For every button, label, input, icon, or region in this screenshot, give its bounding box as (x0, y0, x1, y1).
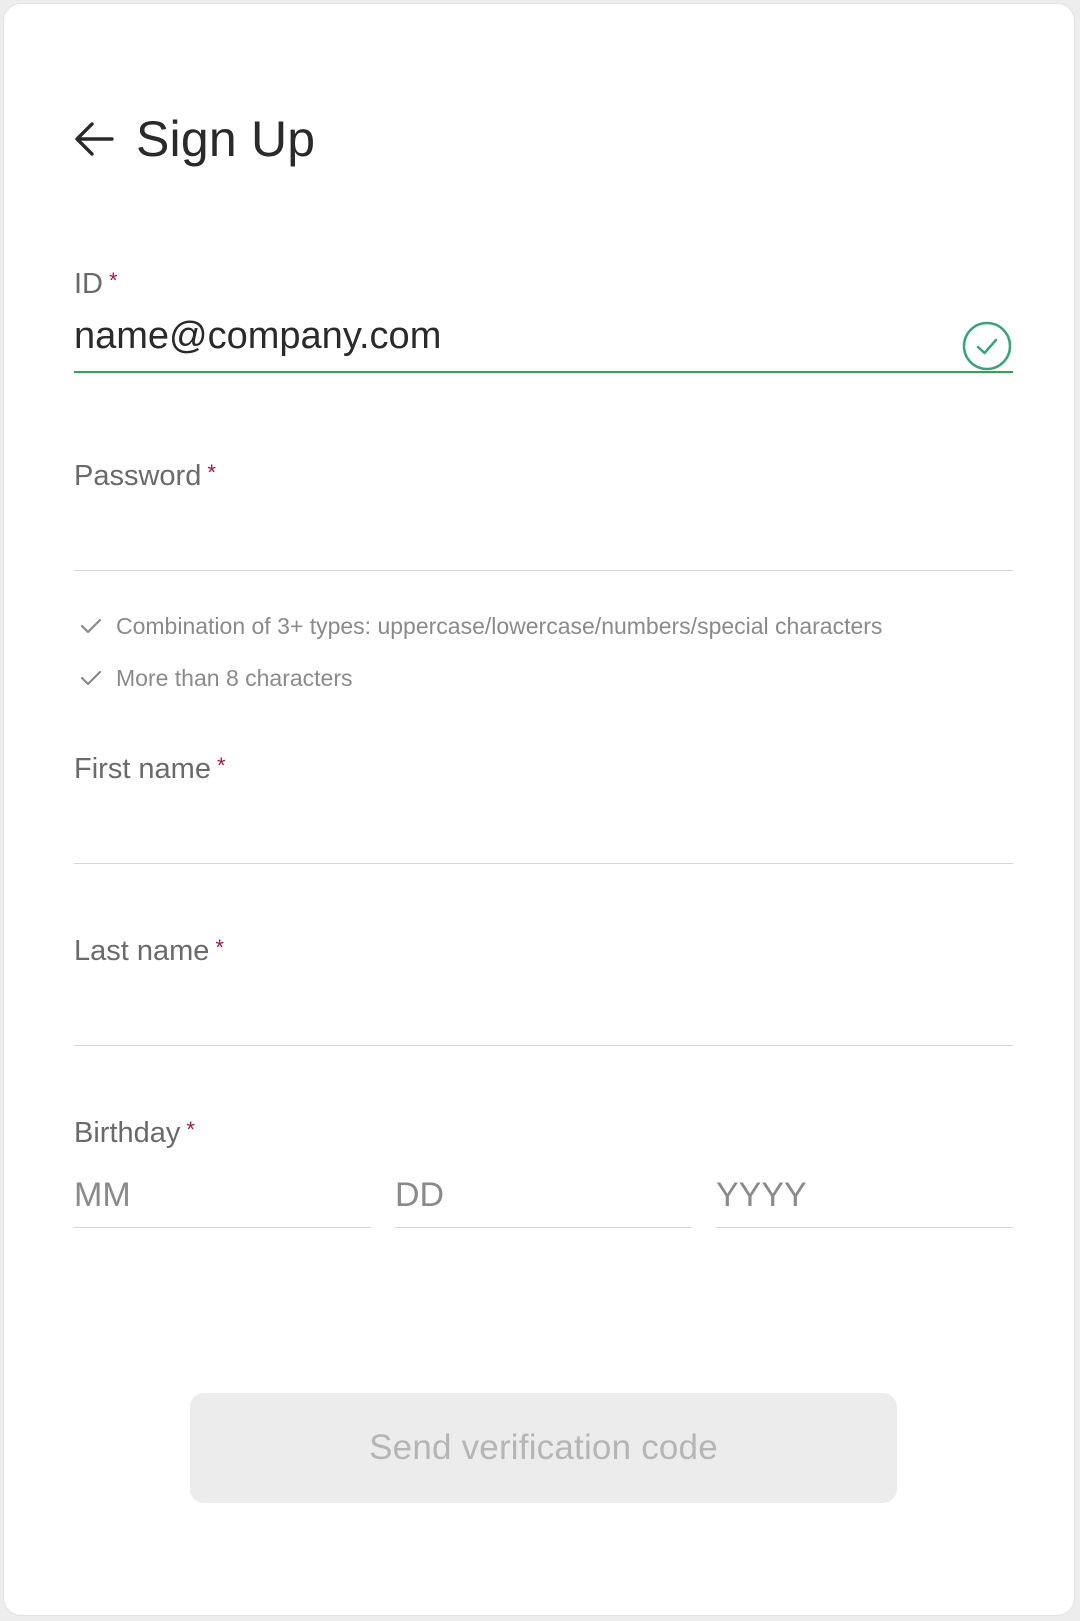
first-name-label: First name * (74, 753, 1013, 786)
password-rule-text: Combination of 3+ types: uppercase/lower… (116, 612, 883, 639)
required-mark: * (215, 935, 224, 960)
signup-card: Sign Up ID * Password * Combination of 3… (3, 3, 1075, 1616)
birthday-inputs (74, 1164, 1013, 1228)
required-mark: * (186, 1117, 195, 1142)
password-rule: More than 8 characters (80, 652, 882, 704)
required-mark: * (109, 268, 118, 293)
birthday-year-input[interactable] (716, 1164, 1013, 1228)
last-name-label: Last name * (74, 935, 1013, 968)
first-name-input[interactable] (74, 786, 1013, 864)
arrow-left-icon (75, 122, 114, 156)
password-rule: Combination of 3+ types: uppercase/lower… (80, 600, 882, 652)
birthday-field: Birthday * (74, 1117, 1013, 1228)
check-icon (80, 618, 102, 634)
password-field: Password * (74, 460, 1013, 571)
id-input[interactable] (74, 301, 1013, 373)
password-input[interactable] (74, 493, 1013, 571)
first-name-field: First name * (74, 753, 1013, 864)
first-name-label-text: First name (74, 753, 211, 785)
birthday-month-input[interactable] (74, 1164, 371, 1228)
header: Sign Up (72, 106, 315, 172)
back-button[interactable] (72, 115, 120, 163)
required-mark: * (207, 460, 216, 485)
password-rule-text: More than 8 characters (116, 664, 353, 691)
last-name-field: Last name * (74, 935, 1013, 1046)
check-icon (80, 670, 102, 686)
password-rules: Combination of 3+ types: uppercase/lower… (80, 600, 882, 704)
birthday-label-text: Birthday (74, 1117, 181, 1149)
last-name-input[interactable] (74, 968, 1013, 1046)
check-circle-icon (962, 321, 1012, 371)
page-title: Sign Up (136, 111, 316, 167)
id-field: ID * (74, 268, 1013, 373)
required-mark: * (216, 753, 226, 778)
birthday-day-input[interactable] (395, 1164, 692, 1228)
birthday-label: Birthday * (74, 1117, 1013, 1150)
last-name-label-text: Last name (74, 935, 210, 967)
password-label-text: Password (74, 460, 202, 492)
id-label-text: ID (74, 268, 103, 300)
send-verification-code-button[interactable]: Send verification code (190, 1393, 897, 1503)
password-label: Password * (74, 460, 1013, 493)
id-label: ID * (74, 268, 1013, 301)
